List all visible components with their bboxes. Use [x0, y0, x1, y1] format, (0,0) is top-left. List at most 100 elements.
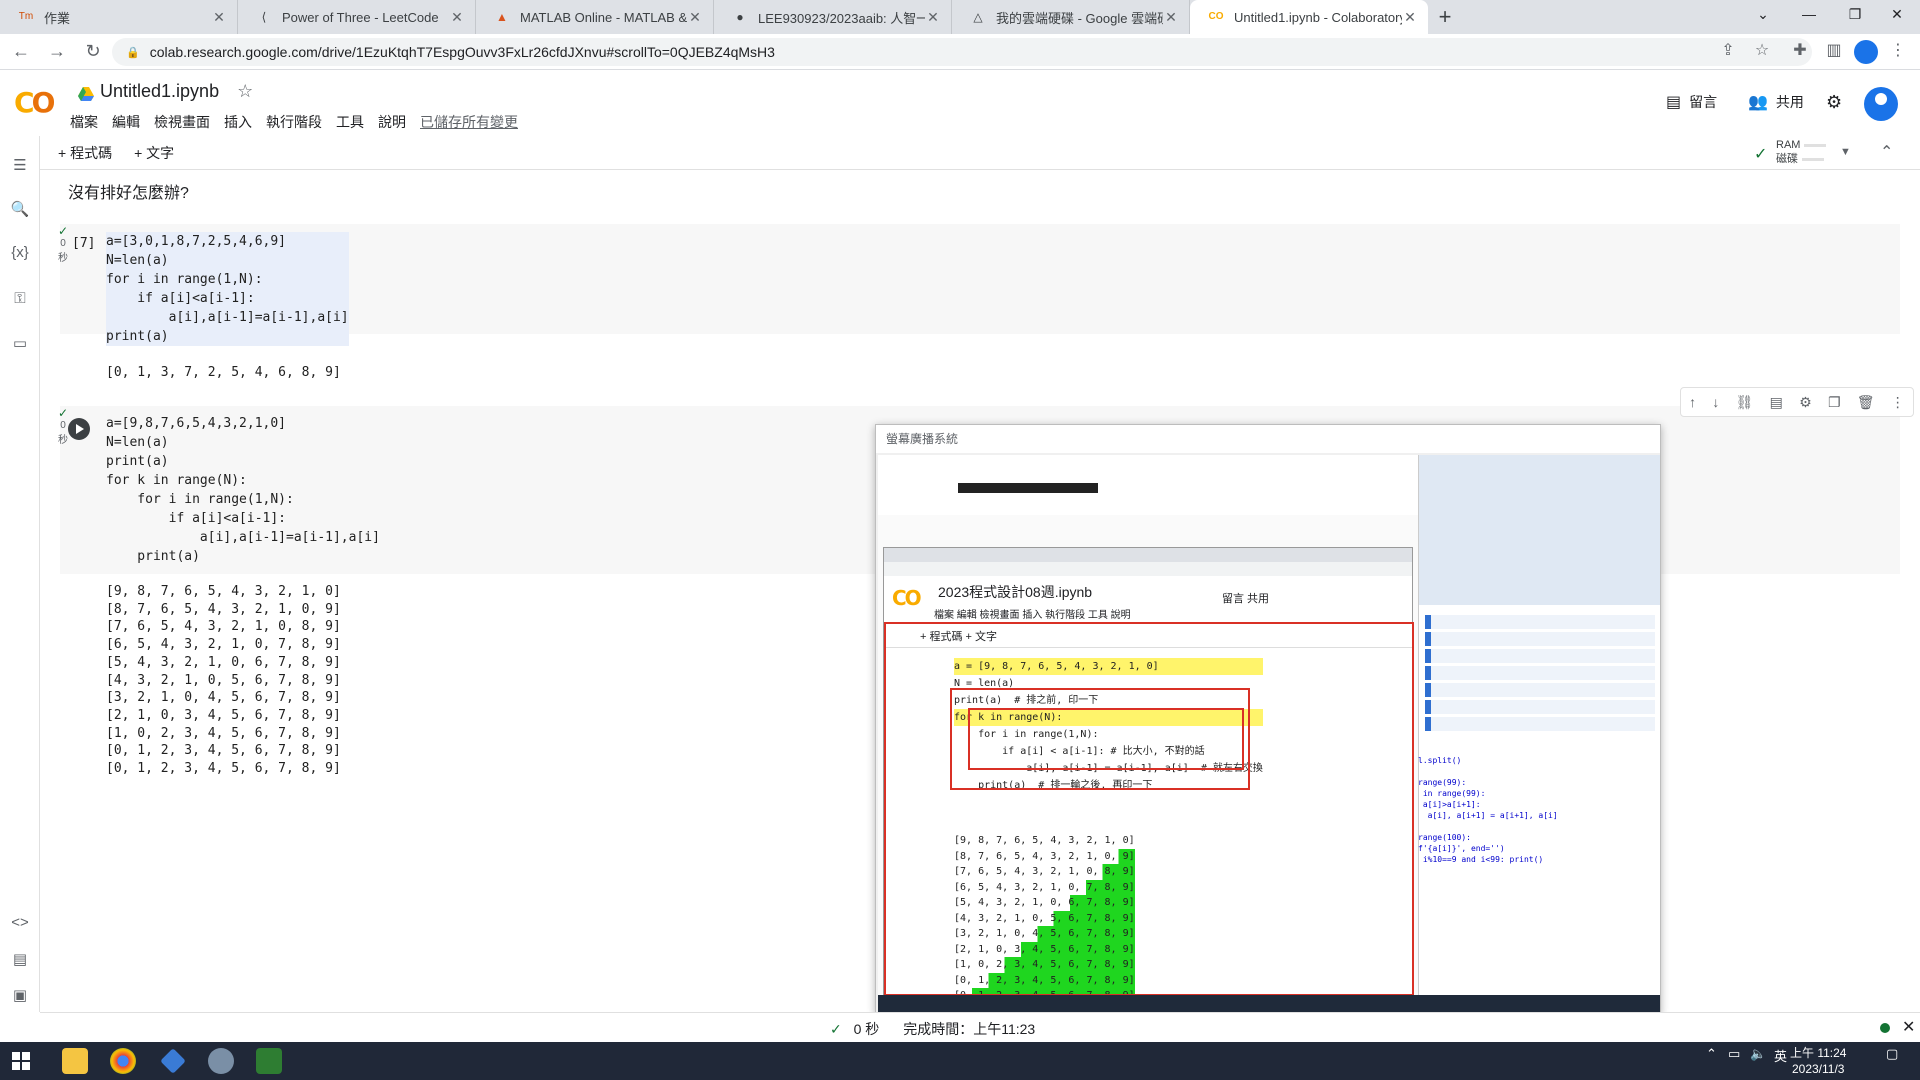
forward-icon[interactable]: →: [42, 41, 72, 62]
code-line: N=len(a): [106, 435, 169, 450]
app-icon-2[interactable]: [208, 1048, 234, 1074]
menu-item[interactable]: 插入: [224, 112, 252, 132]
back-icon[interactable]: ←: [6, 41, 36, 62]
more-icon[interactable]: ⋮: [1891, 394, 1905, 411]
chrome-menu-icon[interactable]: ⋮: [1886, 40, 1910, 60]
code-line: a=[3,0,1,8,7,2,5,4,6,9]: [106, 234, 287, 249]
notebook-title[interactable]: Untitled1.ipynb ☆: [78, 81, 253, 102]
inner-output-line: [4, 3, 2, 1, 0, 5, 6, 7, 8, 9]: [954, 910, 1135, 926]
resource-monitor[interactable]: RAM 磁碟: [1776, 138, 1827, 166]
windows-start-icon[interactable]: [12, 1052, 30, 1070]
mirror-cell-icon[interactable]: ❐: [1828, 394, 1841, 411]
maximize-button[interactable]: ❐: [1832, 0, 1878, 30]
share-page-icon[interactable]: ⇪: [1716, 40, 1740, 60]
menu-item[interactable]: 檔案: [70, 112, 98, 132]
network-icon[interactable]: ▭: [1728, 1046, 1740, 1062]
browser-tab[interactable]: ⟨ Power of Three - LeetCode ✕: [238, 0, 476, 34]
close-tab-icon[interactable]: ✕: [1402, 9, 1418, 26]
chrome-icon[interactable]: [110, 1048, 136, 1074]
text-cell[interactable]: 沒有排好怎麼辦?: [68, 179, 189, 203]
extensions-icon[interactable]: ✚: [1788, 40, 1812, 60]
browser-tab[interactable]: Tm 作業 ✕: [0, 0, 238, 34]
search-icon[interactable]: 🔍: [8, 200, 32, 218]
close-tab-icon[interactable]: ✕: [687, 9, 703, 26]
menu-item[interactable]: 檢視畫面: [154, 112, 210, 132]
notepad-icon[interactable]: [256, 1048, 282, 1074]
app-icon[interactable]: [160, 1048, 186, 1074]
add-code-button[interactable]: + 程式碼: [58, 143, 112, 163]
code-line: for i in range(1,N):: [106, 272, 263, 287]
close-tab-icon[interactable]: ✕: [211, 9, 227, 26]
link-icon[interactable]: ⛓: [1736, 394, 1754, 411]
comment-button[interactable]: ▤ 留言: [1666, 92, 1717, 112]
tab-search-icon[interactable]: ⌄: [1740, 0, 1786, 30]
terminal-icon[interactable]: ▣: [8, 986, 32, 1004]
delete-icon[interactable]: 🗑: [1857, 394, 1875, 411]
url-field[interactable]: 🔒 colab.research.google.com/drive/1EzuKt…: [112, 38, 1812, 66]
connection-status-dot: [1880, 1023, 1890, 1033]
volume-icon[interactable]: 🔈: [1750, 1046, 1766, 1062]
code-editor[interactable]: a=[9,8,7,6,5,4,3,2,1,0] N=len(a) print(a) f…: [106, 414, 380, 566]
files-folder-icon[interactable]: ▭: [8, 334, 32, 352]
reload-icon[interactable]: ↻: [78, 41, 108, 62]
settings-gear-icon[interactable]: ⚙: [1826, 92, 1842, 113]
move-up-icon[interactable]: ↑: [1689, 394, 1696, 410]
menu-item[interactable]: 說明: [378, 112, 406, 132]
browser-tab[interactable]: ● LEE930923/2023aaib: 人智一乙 ✕: [714, 0, 952, 34]
close-tab-icon[interactable]: ✕: [925, 9, 941, 26]
minimize-button[interactable]: —: [1786, 0, 1832, 30]
command-palette-icon[interactable]: ▤: [8, 950, 32, 968]
system-clock[interactable]: 上午 11:24 2023/11/3: [1790, 1045, 1846, 1077]
move-down-icon[interactable]: ↓: [1712, 394, 1719, 410]
close-tab-icon[interactable]: ✕: [449, 9, 465, 26]
browser-tab[interactable]: △ 我的雲端硬碟 - Google 雲端硬碟✕: [952, 0, 1190, 34]
shared-screen-taskbar: [878, 995, 1660, 1013]
collapse-header-icon[interactable]: ⌃: [1880, 142, 1893, 162]
user-avatar[interactable]: [1864, 87, 1898, 121]
close-tab-icon[interactable]: ✕: [1163, 9, 1179, 26]
connected-check-icon: ✓: [1754, 146, 1768, 163]
code-editor[interactable]: a=[3,0,1,8,7,2,5,4,6,9] N=len(a) for i in …: [106, 232, 349, 346]
inner-output-line: [7, 6, 5, 4, 3, 2, 1, 0, 8, 9]: [954, 864, 1135, 880]
saved-status-link[interactable]: 已儲存所有變更: [420, 112, 518, 132]
run-cell-button[interactable]: [68, 418, 90, 440]
code-snippets-icon[interactable]: <>: [8, 914, 32, 931]
file-explorer-icon[interactable]: [62, 1048, 88, 1074]
url-text: colab.research.google.com/drive/1EzuKtqh…: [149, 44, 775, 60]
inner-toolbar: + 程式碼 + 文字: [884, 626, 1412, 648]
output-line: [9, 8, 7, 6, 5, 4, 3, 2, 1, 0]: [106, 584, 341, 599]
runtime-dropdown-icon[interactable]: ▼: [1840, 146, 1851, 158]
browser-tab[interactable]: CO Untitled1.ipynb - Colaboratory ✕: [1190, 0, 1428, 34]
share-button[interactable]: 👥 共用: [1748, 92, 1804, 112]
output-line: [6, 5, 4, 3, 2, 1, 0, 7, 8, 9]: [106, 637, 341, 653]
secrets-key-icon[interactable]: ⚿: [8, 290, 32, 307]
menu-item[interactable]: 工具: [336, 112, 364, 132]
code-line: a[i],a[i-1]=a[i-1],a[i]: [106, 530, 380, 545]
code-cell-1[interactable]: ✓ 0 秒 [7] a=[3,0,1,8,7,2,5,4,6,9] N=len(a…: [58, 224, 1900, 346]
new-tab-button[interactable]: +: [1428, 0, 1462, 34]
table-of-contents-icon[interactable]: ☰: [8, 156, 32, 174]
tray-chevron-icon[interactable]: ⌃: [1706, 1046, 1717, 1062]
clock-date: 2023/11/3: [1791, 1062, 1845, 1076]
close-status-icon[interactable]: ✕: [1902, 1017, 1915, 1037]
screencast-window[interactable]: 螢幕廣播系統 l.split() range(99): in range(99)…: [875, 424, 1661, 1014]
notification-icon[interactable]: ▢: [1886, 1046, 1898, 1062]
variables-icon[interactable]: {x}: [8, 244, 32, 261]
star-icon[interactable]: ☆: [237, 81, 253, 102]
browser-tab[interactable]: ▲ MATLAB Online - MATLAB & Si ✕: [476, 0, 714, 34]
file-explorer: [1419, 455, 1660, 605]
add-text-button[interactable]: + 文字: [134, 143, 174, 163]
ime-indicator[interactable]: 英: [1774, 1046, 1787, 1065]
menu-item[interactable]: 編輯: [112, 112, 140, 132]
clock-time: 上午 11:24: [1790, 1046, 1847, 1060]
colab-logo[interactable]: CO: [14, 86, 55, 119]
inner-tabstrip: [884, 548, 1412, 562]
comment-icon[interactable]: ▤: [1770, 394, 1783, 411]
tab-label: LEE930923/2023aaib: 人智一乙: [758, 10, 925, 26]
side-panel-icon[interactable]: ▥: [1822, 40, 1846, 60]
menu-item[interactable]: 執行階段: [266, 112, 322, 132]
close-window-button[interactable]: ✕: [1874, 0, 1920, 30]
gear-icon[interactable]: ⚙: [1799, 394, 1812, 411]
profile-avatar[interactable]: [1854, 40, 1878, 64]
bookmark-star-icon[interactable]: ☆: [1750, 40, 1774, 60]
